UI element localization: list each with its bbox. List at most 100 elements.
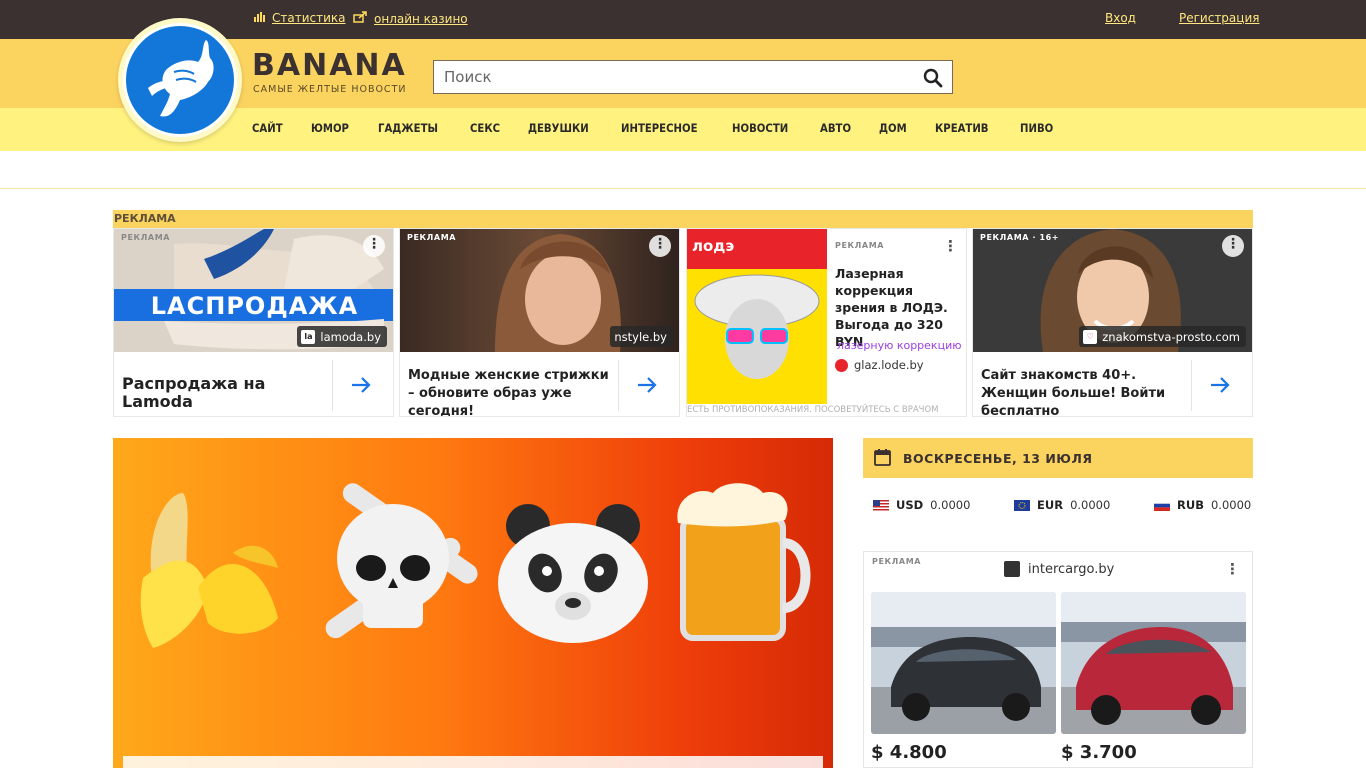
ad-source-badge[interactable]: la lamoda.by [297, 326, 387, 347]
rate-eur: EUR 0.0000 [1014, 498, 1110, 512]
car-image-buick[interactable] [1061, 592, 1246, 734]
ad-divider [332, 360, 333, 411]
nav-item-sex[interactable]: СЕКС [470, 121, 500, 135]
flag-eu-icon [1014, 499, 1030, 511]
current-date: ВОСКРЕСЕНЬЕ, 13 ИЮЛЯ [903, 451, 1093, 466]
more-vertical-icon[interactable]: ⋮ [649, 235, 671, 257]
currency-rates: USD 0.0000 EUR 0.0000 RUB 0.0000 [863, 498, 1253, 518]
lamoda-logo-icon: la [301, 329, 316, 344]
nav-item-humor[interactable]: ЮМОР [311, 121, 349, 135]
panda-icon [498, 504, 648, 643]
ad-disclaimer: ЕСТЬ ПРОТИВОПОКАЗАНИЯ. ПОСОВЕТУЙТЕСЬ С В… [687, 405, 939, 415]
rate-code: USD [896, 498, 924, 512]
flag-us-icon [873, 499, 889, 511]
hero-caption-card [123, 756, 823, 768]
nav-item-interesting[interactable]: ИНТЕРЕСНОЕ [621, 121, 698, 135]
rate-rub: RUB 0.0000 [1154, 498, 1251, 512]
ad-title: Сайт знакомств 40+. Женщин больше! Войти… [981, 368, 1166, 417]
casino-link-label: онлайн казино [374, 11, 468, 26]
register-link-label: Регистрация [1179, 11, 1260, 25]
login-link[interactable]: Вход [1105, 11, 1136, 25]
header-divider [0, 188, 1366, 189]
casino-link[interactable]: онлайн казино [353, 11, 468, 26]
ad-source-badge[interactable]: intercargo.by [1004, 561, 1114, 577]
rate-code: EUR [1037, 498, 1064, 512]
ad-source: glaz.lode.by [854, 358, 924, 372]
car-price: $ 4.800 [871, 742, 947, 763]
sidebar-ad-intercargo[interactable]: РЕКЛАМА intercargo.by ⋮ $ 4.800 $ 3.700 [863, 551, 1253, 768]
banana-icon [140, 493, 278, 648]
ad-source-badge[interactable]: nstyle.by [610, 326, 673, 347]
heart-icon: ♡ [1083, 329, 1098, 344]
search-box [433, 60, 953, 94]
share-icon [353, 11, 368, 26]
ad-title: Распродажа на Lamoda [122, 374, 266, 411]
ad-tag: РЕКЛАМА [407, 233, 457, 242]
ad-card-znakomstva[interactable]: РЕКЛАМА · 16+ ⋮ ♡ znakomstva-prosto.com … [972, 228, 1253, 417]
rate-value: 0.0000 [1070, 498, 1111, 512]
ad-source-badge[interactable]: ♡ znakomstva-prosto.com [1079, 326, 1246, 347]
more-vertical-icon[interactable]: ⋮ [1225, 560, 1240, 578]
ad-card-lode[interactable]: лодэ РЕКЛАМА ⋮ Лазерная коррекция зрения… [686, 228, 967, 417]
nav-item-site[interactable]: САЙТ [252, 121, 283, 135]
arrow-right-icon[interactable] [349, 373, 373, 397]
ad-divider [618, 360, 619, 411]
arrow-right-icon[interactable] [635, 373, 659, 397]
intercargo-logo-icon [1004, 561, 1020, 577]
brand-tagline: САМЫЕ ЖЕЛТЫЕ НОВОСТИ [253, 84, 407, 95]
brand-name[interactable]: BANANA [252, 48, 407, 83]
ad-title: Модные женские стрижки – обновите образ … [408, 368, 609, 417]
ad-image [687, 229, 827, 404]
ad-source-badge[interactable]: glaz.lode.by [835, 358, 924, 372]
hero-banner[interactable] [113, 438, 833, 768]
beer-mug-icon [677, 483, 811, 641]
ad-source: znakomstva-prosto.com [1102, 329, 1240, 344]
ads-section-label: РЕКЛАМА [114, 212, 176, 225]
main-nav: САЙТ ЮМОР ГАДЖЕТЫ СЕКС ДЕВУШКИ ИНТЕРЕСНО… [252, 121, 1081, 135]
ad-card-lamoda[interactable]: LAСПРОДАЖА РЕКЛАМА ⋮ la lamoda.by Распро… [113, 228, 394, 417]
ad-tag: РЕКЛАМА [872, 557, 922, 566]
nav-item-girls[interactable]: ДЕВУШКИ [528, 121, 589, 135]
car-price: $ 3.700 [1061, 742, 1137, 763]
arrow-right-icon[interactable] [1208, 373, 1232, 397]
hero-emoji-art [140, 483, 811, 648]
nav-item-auto[interactable]: АВТО [820, 121, 851, 135]
ad-subtitle: лазерную коррекцию [837, 339, 962, 352]
register-link[interactable]: Регистрация [1179, 11, 1259, 25]
search-icon [923, 68, 943, 88]
site-logo[interactable] [118, 18, 242, 142]
nav-item-gadgets[interactable]: ГАДЖЕТЫ [378, 121, 438, 135]
lode-logo-text: лодэ [692, 237, 735, 255]
calendar-icon [874, 449, 891, 466]
more-vertical-icon[interactable]: ⋮ [1222, 235, 1244, 257]
date-box: ВОСКРЕСЕНЬЕ, 13 ИЮЛЯ [863, 438, 1253, 478]
ad-tag: РЕКЛАМА · 16+ [980, 233, 1060, 242]
ad-banner-text: LAСПРОДАЖА [150, 292, 359, 320]
rate-value: 0.0000 [1210, 498, 1252, 512]
ad-source: intercargo.by [1028, 561, 1115, 577]
nav-item-beer[interactable]: ПИВО [1020, 121, 1053, 135]
ad-tag: РЕКЛАМА [121, 233, 171, 242]
more-vertical-icon[interactable]: ⋮ [943, 237, 958, 255]
flag-ru-icon [1154, 499, 1170, 511]
ad-source: nstyle.by [614, 329, 667, 344]
login-link-label: Вход [1105, 11, 1136, 25]
search-input[interactable] [434, 62, 904, 92]
car-image-bmw[interactable] [871, 592, 1056, 734]
nav-item-home[interactable]: ДОМ [879, 121, 907, 135]
fist-banana-icon [148, 40, 214, 117]
ad-source: lamoda.by [320, 329, 381, 344]
ad-tag: РЕКЛАМА [835, 241, 885, 250]
skull-icon [325, 483, 478, 639]
stats-link[interactable]: Статистика [254, 11, 346, 25]
ad-divider [1191, 360, 1192, 411]
rate-code: RUB [1177, 498, 1204, 512]
more-vertical-icon[interactable]: ⋮ [363, 235, 385, 257]
search-button[interactable] [922, 67, 944, 89]
nav-item-news[interactable]: НОВОСТИ [732, 121, 788, 135]
ads-section-header: РЕКЛАМА [113, 210, 1253, 228]
nav-item-creative[interactable]: КРЕАТИВ [935, 121, 989, 135]
rate-value: 0.0000 [930, 498, 971, 512]
rate-usd: USD 0.0000 [873, 498, 970, 512]
ad-card-nstyle[interactable]: РЕКЛАМА ⋮ nstyle.by Модные женские стриж… [399, 228, 680, 417]
